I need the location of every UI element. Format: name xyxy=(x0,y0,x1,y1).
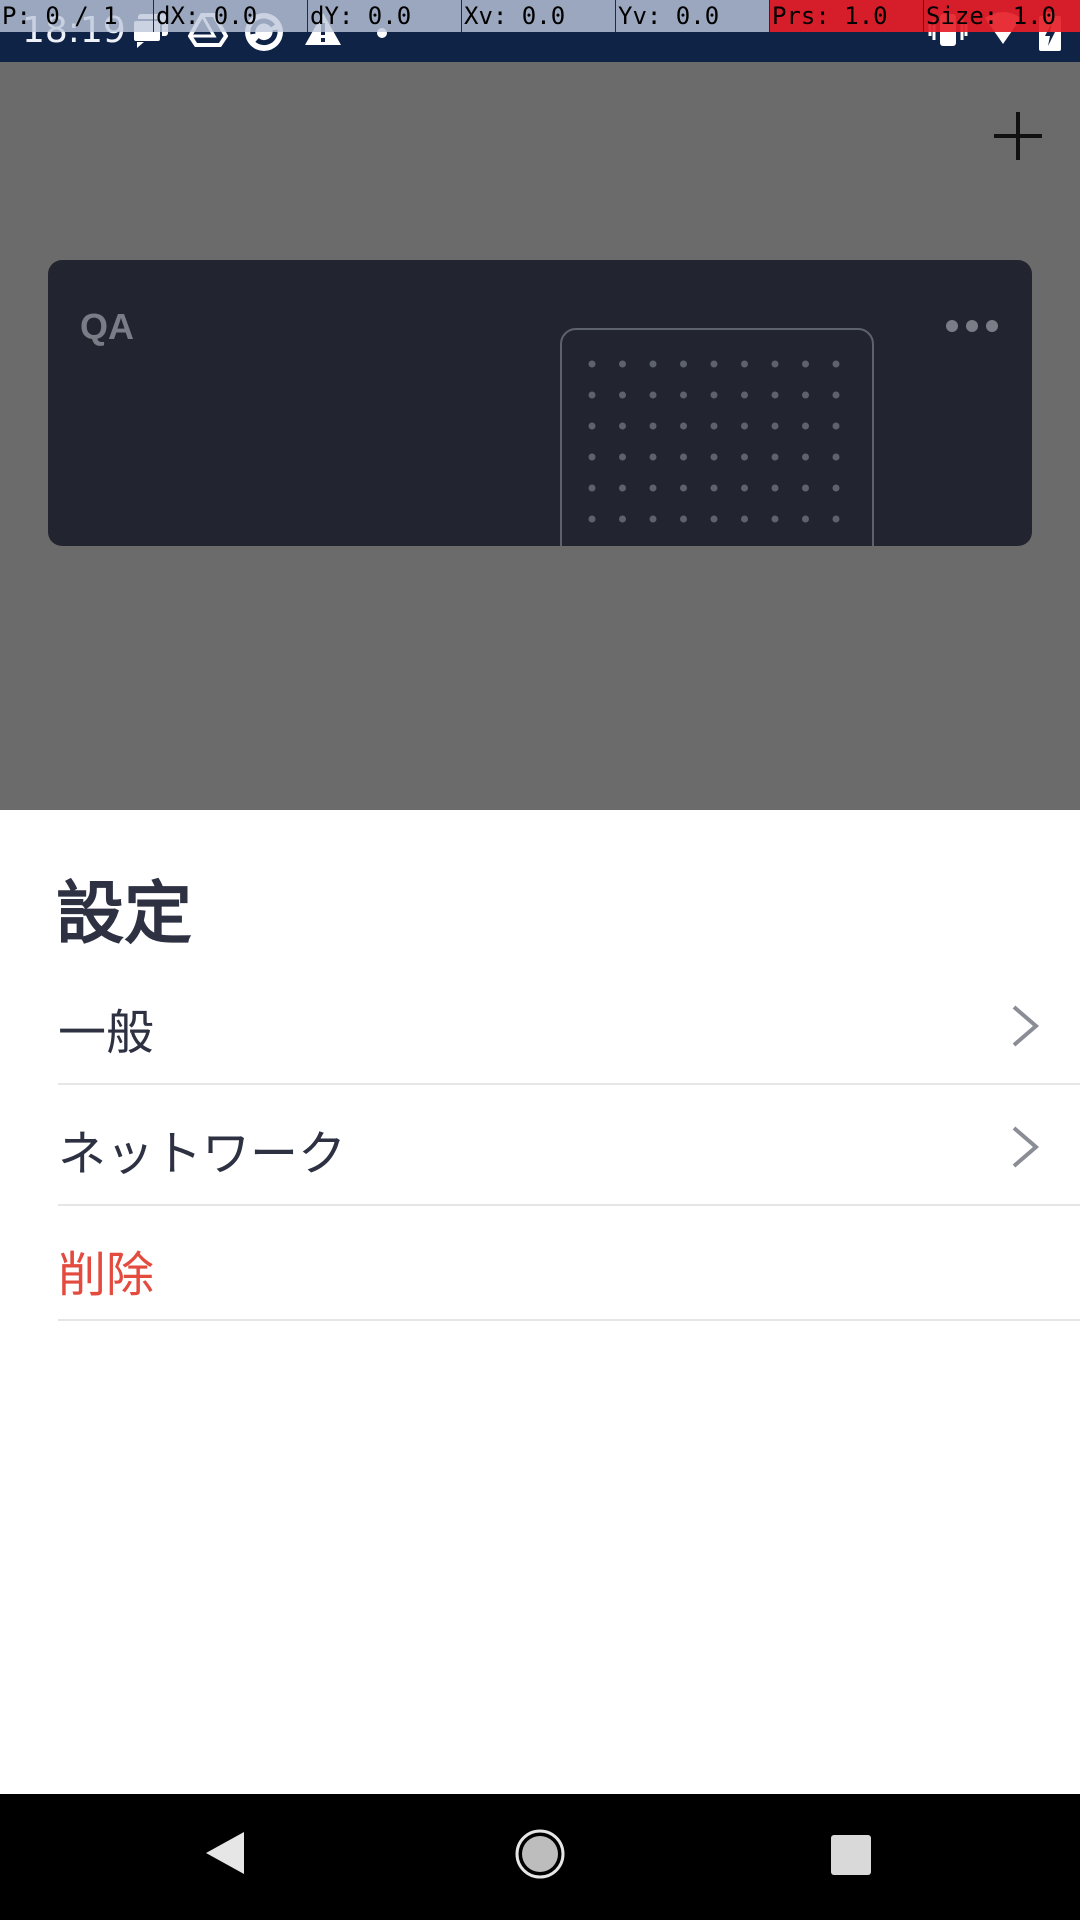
menu-item-label: 削除 xyxy=(58,1247,155,1303)
navigation-bar xyxy=(0,1794,1080,1920)
debug-dx: dX: 0.0 xyxy=(154,0,308,32)
recents-icon[interactable] xyxy=(830,1834,872,1880)
device-card[interactable]: QA xyxy=(48,260,1032,546)
debug-pressure: Prs: 1.0 xyxy=(770,0,924,32)
menu-item-label: ネットワーク xyxy=(58,1126,347,1182)
device-dot-grid-icon xyxy=(560,328,874,546)
more-horizontal-icon[interactable] xyxy=(942,316,1002,336)
menu-item-label: 一般 xyxy=(58,1005,155,1061)
add-button[interactable] xyxy=(990,108,1046,164)
debug-yv: Yv: 0.0 xyxy=(616,0,770,32)
menu-item-general[interactable]: 一般 xyxy=(58,965,1080,1085)
debug-xv: Xv: 0.0 xyxy=(462,0,616,32)
debug-pointer: P: 0 / 1 xyxy=(0,0,154,32)
chevron-right-icon xyxy=(1008,1122,1042,1172)
device-name: QA xyxy=(80,306,134,347)
pointer-debug-overlay: P: 0 / 1 dX: 0.0 dY: 0.0 Xv: 0.0 Yv: 0.0… xyxy=(0,0,1080,32)
settings-bottom-sheet: 設定 一般 ネットワーク 削除 xyxy=(0,810,1080,1794)
chevron-right-icon xyxy=(1008,1001,1042,1051)
home-icon[interactable] xyxy=(514,1828,566,1884)
plus-icon xyxy=(994,112,1042,160)
menu-item-delete[interactable]: 削除 xyxy=(58,1207,1080,1321)
sheet-title: 設定 xyxy=(56,875,193,954)
debug-size: Size: 1.0 xyxy=(924,0,1080,32)
back-icon[interactable] xyxy=(204,1830,246,1880)
debug-dy: dY: 0.0 xyxy=(308,0,462,32)
menu-item-network[interactable]: ネットワーク xyxy=(58,1086,1080,1206)
